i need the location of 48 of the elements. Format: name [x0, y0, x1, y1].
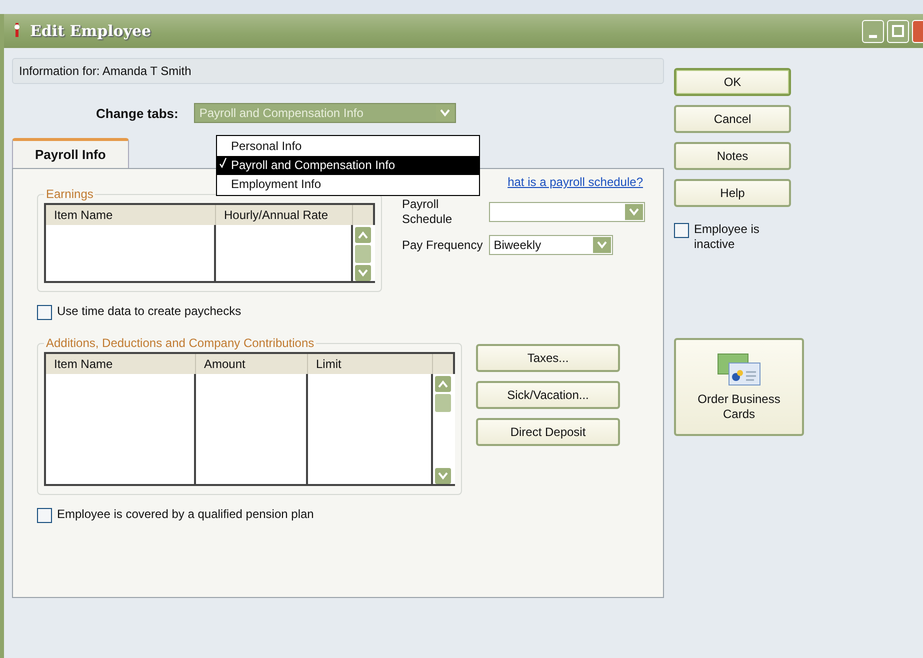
checkbox[interactable] [674, 223, 689, 238]
field-label: Pay Frequency [402, 238, 483, 252]
maximize-button[interactable] [887, 20, 909, 42]
column-header: Item Name [46, 354, 196, 374]
checkbox-label: Employee is inactive [694, 222, 760, 252]
close-button[interactable] [912, 20, 923, 42]
minimize-icon [869, 34, 877, 38]
column-header: Limit [308, 354, 433, 374]
caret-icon[interactable] [592, 237, 611, 253]
scroll-thumb[interactable] [435, 394, 451, 412]
help-link[interactable]: hat is a payroll schedule? [508, 175, 643, 189]
group-title: Earnings [46, 187, 94, 201]
column-header: Hourly/Annual Rate [216, 205, 353, 225]
payroll-schedule-dropdown[interactable] [488, 202, 645, 222]
payroll-button[interactable]: Sick/Vacation... [476, 381, 620, 409]
dialog-button[interactable]: Help [674, 179, 791, 207]
payroll-button[interactable]: Direct Deposit [476, 418, 620, 446]
dialog-button[interactable]: Notes [674, 142, 791, 170]
checkbox[interactable] [37, 305, 52, 320]
dialog-button[interactable]: OK [674, 68, 791, 96]
column-header: Amount [196, 354, 308, 374]
order-business-cards-button[interactable]: Order Business Cards [674, 338, 804, 436]
field-label: Payroll Schedule [402, 197, 454, 227]
minimize-button[interactable] [862, 20, 884, 42]
app-icon [14, 22, 20, 40]
scroll-up-icon[interactable] [435, 376, 451, 392]
scroll-up-icon[interactable] [355, 227, 371, 243]
dropdown-option[interactable]: Payroll and Compensation Info [217, 156, 479, 175]
caret-icon[interactable] [624, 204, 643, 220]
checkbox-label: Use time data to create paychecks [57, 304, 242, 319]
scroll-thumb[interactable] [355, 245, 371, 263]
payroll-button[interactable]: Taxes... [476, 344, 620, 372]
pay-frequency-dropdown[interactable]: Biweekly [488, 235, 613, 255]
tab[interactable]: Payroll Info [12, 138, 129, 169]
maximize-icon [892, 25, 904, 37]
checkbox[interactable] [37, 508, 52, 523]
window-title: Edit Employee [30, 22, 152, 40]
checkbox-label: Employee is covered by a qualified pension plan [57, 507, 314, 522]
business-cards-icon [716, 352, 762, 388]
dropdown-option[interactable]: Employment Info [217, 175, 479, 194]
column-header: Item Name [46, 205, 216, 225]
scroll-down-icon[interactable] [435, 468, 451, 484]
scroll-down-icon[interactable] [355, 265, 371, 281]
employee-info-bar: Information for: Amanda T Smith [12, 58, 664, 84]
change-tabs-label: Change tabs: [96, 106, 178, 120]
dropdown-option[interactable]: Personal Info [217, 137, 479, 156]
dialog-button[interactable]: Cancel [674, 105, 791, 133]
group-title: Additions, Deductions and Company Contributions [46, 336, 314, 350]
